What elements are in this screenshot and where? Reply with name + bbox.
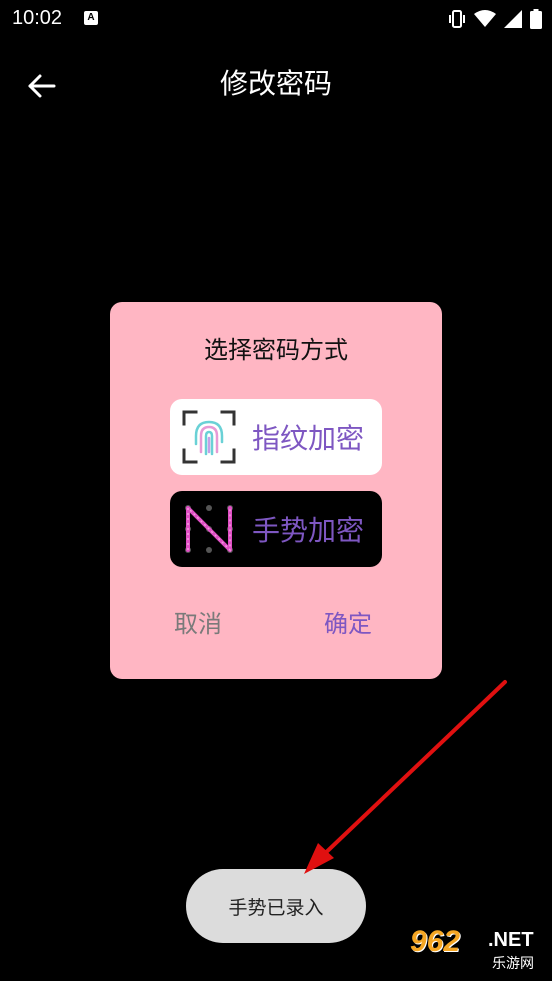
wifi-icon <box>474 10 496 27</box>
cancel-button[interactable]: 取消 <box>174 604 222 639</box>
fingerprint-option-label: 指纹加密 <box>252 422 365 455</box>
page-title: 修改密码 <box>219 67 332 100</box>
app-bar: 修改密码 <box>0 50 552 112</box>
dialog-title: 选择密码方式 <box>204 336 348 364</box>
toast-message: 手势已录入 <box>186 869 366 943</box>
confirm-button[interactable]: 确定 <box>324 604 372 639</box>
watermark-logo: 962 .NET 乐游网 <box>410 925 546 975</box>
signal-icon <box>504 10 522 28</box>
notification-icon: A <box>84 11 98 25</box>
status-icons <box>448 8 542 30</box>
gesture-pattern-icon <box>185 505 233 553</box>
watermark-number: 962 <box>410 925 461 958</box>
gesture-option[interactable]: 手势加密 <box>170 491 382 567</box>
status-bar: 10:02 A <box>0 0 552 38</box>
password-method-dialog: 选择密码方式 指纹加密 手势加密 取消 确定 <box>110 302 442 679</box>
status-time: 10:02 <box>12 7 63 29</box>
vibrate-icon <box>449 10 465 28</box>
watermark-domain: .NET <box>488 929 534 951</box>
watermark-name: 乐游网 <box>492 956 534 972</box>
gesture-option-label: 手势加密 <box>252 514 365 547</box>
battery-icon <box>530 9 542 29</box>
fingerprint-option[interactable]: 指纹加密 <box>170 399 382 475</box>
toast-text: 手势已录入 <box>228 896 324 919</box>
fingerprint-icon <box>182 410 236 464</box>
